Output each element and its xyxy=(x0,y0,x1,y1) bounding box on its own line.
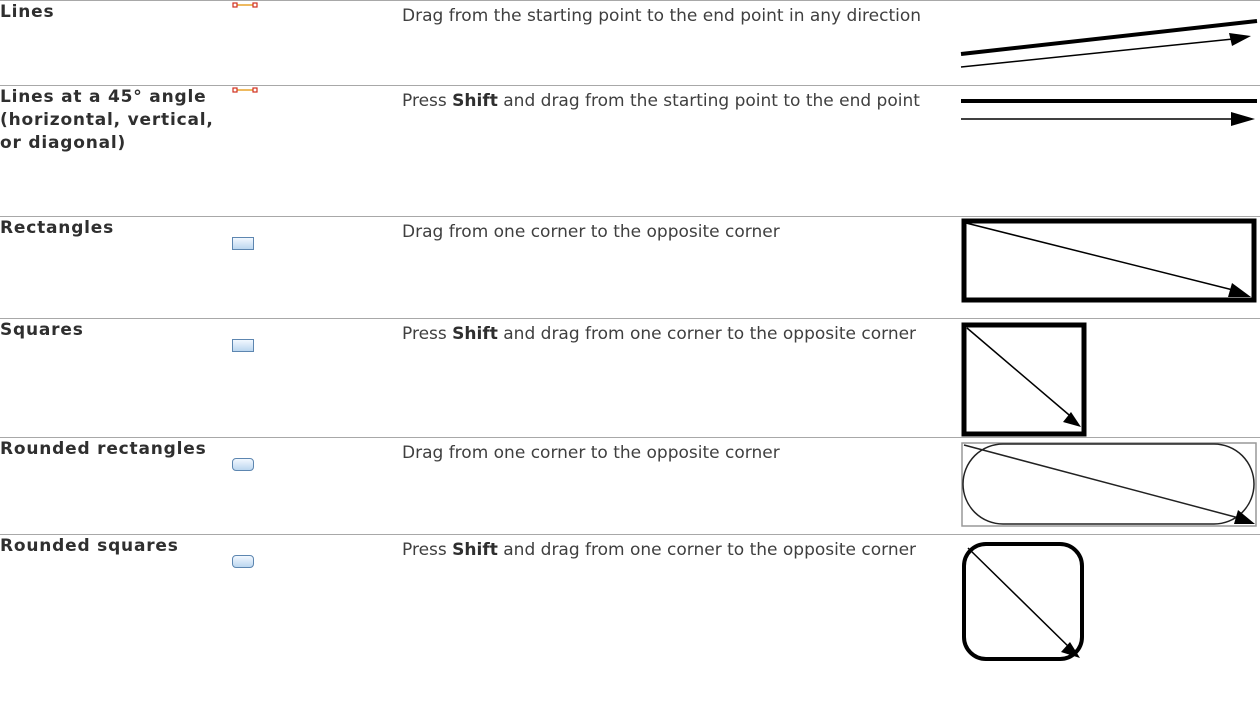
shape-name: Rounded squares xyxy=(0,535,232,719)
description-text: Drag from one corner to the opposite cor… xyxy=(402,443,780,463)
table-row: Lines Drag from the starting point to th… xyxy=(0,1,1260,86)
description-text: Press xyxy=(402,324,452,344)
rounded-square-drawing-icon xyxy=(957,535,1260,719)
rounded-rectangle-drawing-icon xyxy=(957,438,1260,534)
description-text: Drag from the starting point to the end … xyxy=(402,6,921,26)
shape-description: Press Shift and drag from one corner to … xyxy=(402,535,957,719)
shape-description: Press Shift and drag from one corner to … xyxy=(402,319,957,438)
table-row: Lines at a 45° angle (horizontal, vertic… xyxy=(0,86,1260,217)
description-text: and drag from one corner to the opposite… xyxy=(498,540,916,560)
shape-name: Rounded rectangles xyxy=(0,438,232,535)
rectangle-drawing-icon xyxy=(957,217,1260,318)
shapes-reference-page: Lines Drag from the starting point to th… xyxy=(0,0,1260,713)
table-row: Rounded rectangles Drag from one corner … xyxy=(0,438,1260,535)
line-tool-icon xyxy=(232,1,258,9)
shape-name: Lines xyxy=(0,1,232,86)
rounded-rectangle-tool-icon xyxy=(232,555,254,568)
shape-name: Squares xyxy=(0,319,232,438)
straight-line-drawing-icon xyxy=(957,86,1260,216)
shape-description: Drag from one corner to the opposite cor… xyxy=(402,217,957,319)
line-tool-icon xyxy=(232,86,258,94)
table-row: Rectangles Drag from one corner to the o… xyxy=(0,217,1260,319)
description-text: Press xyxy=(402,91,452,111)
table-row: Rounded squares Press Shift and drag fro… xyxy=(0,535,1260,719)
line-drawing-icon xyxy=(957,1,1260,85)
rectangle-tool-icon xyxy=(232,237,254,250)
shape-drawing-table: Lines Drag from the starting point to th… xyxy=(0,0,1260,719)
shift-key-label: Shift xyxy=(452,324,498,344)
table-row: Squares Press Shift and drag from one co… xyxy=(0,319,1260,438)
shape-name: Lines at a 45° angle (horizontal, vertic… xyxy=(0,86,232,217)
rectangle-tool-icon xyxy=(232,339,254,352)
description-text: Press xyxy=(402,540,452,560)
shape-description: Drag from one corner to the opposite cor… xyxy=(402,438,957,535)
description-text: and drag from one corner to the opposite… xyxy=(498,324,916,344)
square-drawing-icon xyxy=(957,319,1260,437)
rounded-rectangle-tool-icon xyxy=(232,458,254,471)
description-text: Drag from one corner to the opposite cor… xyxy=(402,222,780,242)
shape-name: Rectangles xyxy=(0,217,232,319)
shape-description: Press Shift and drag from the starting p… xyxy=(402,86,957,217)
shift-key-label: Shift xyxy=(452,540,498,560)
shape-description: Drag from the starting point to the end … xyxy=(402,1,957,86)
description-text: and drag from the starting point to the … xyxy=(498,91,920,111)
shift-key-label: Shift xyxy=(452,91,498,111)
